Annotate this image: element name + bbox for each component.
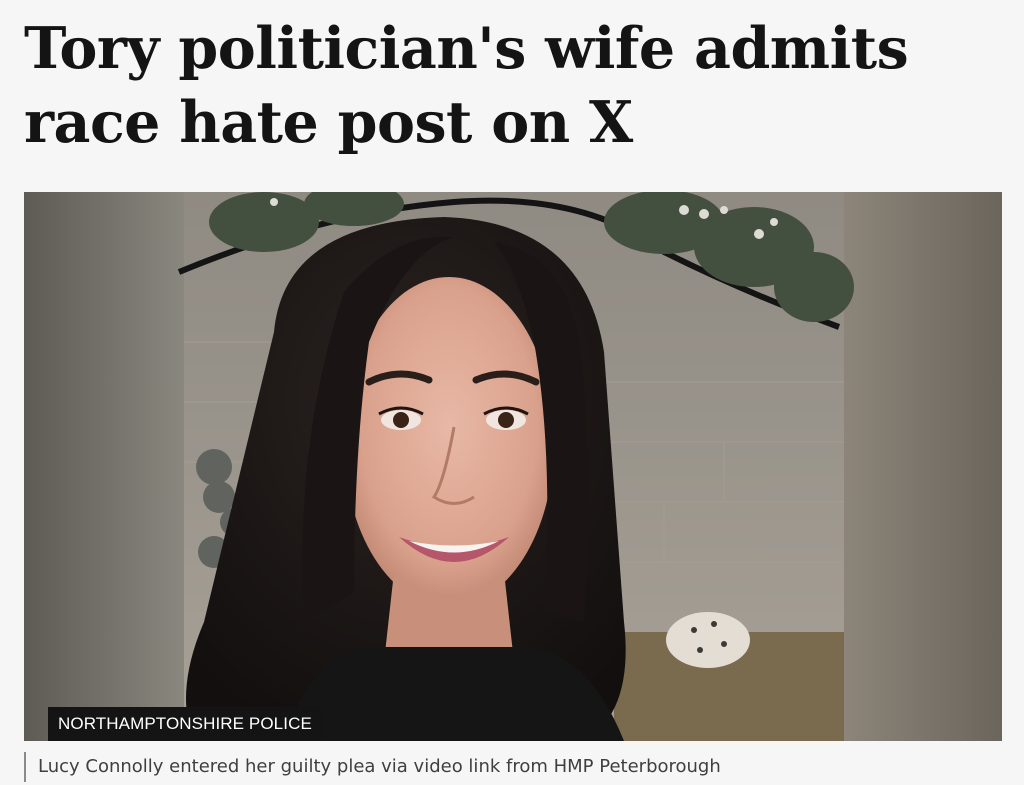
article-headline: Tory politician's wife admits race hate … <box>24 12 1004 160</box>
headline-line-2: race hate post on X <box>24 89 633 156</box>
headline-line-1: Tory politician's wife admits <box>24 15 909 82</box>
portrait-image <box>24 192 1002 741</box>
image-credit: NORTHAMPTONSHIRE POLICE <box>48 707 322 741</box>
image-caption: Lucy Connolly entered her guilty plea vi… <box>24 752 721 782</box>
article-photo[interactable]: NORTHAMPTONSHIRE POLICE <box>24 192 1002 741</box>
article-page: Tory politician's wife admits race hate … <box>0 0 1024 785</box>
